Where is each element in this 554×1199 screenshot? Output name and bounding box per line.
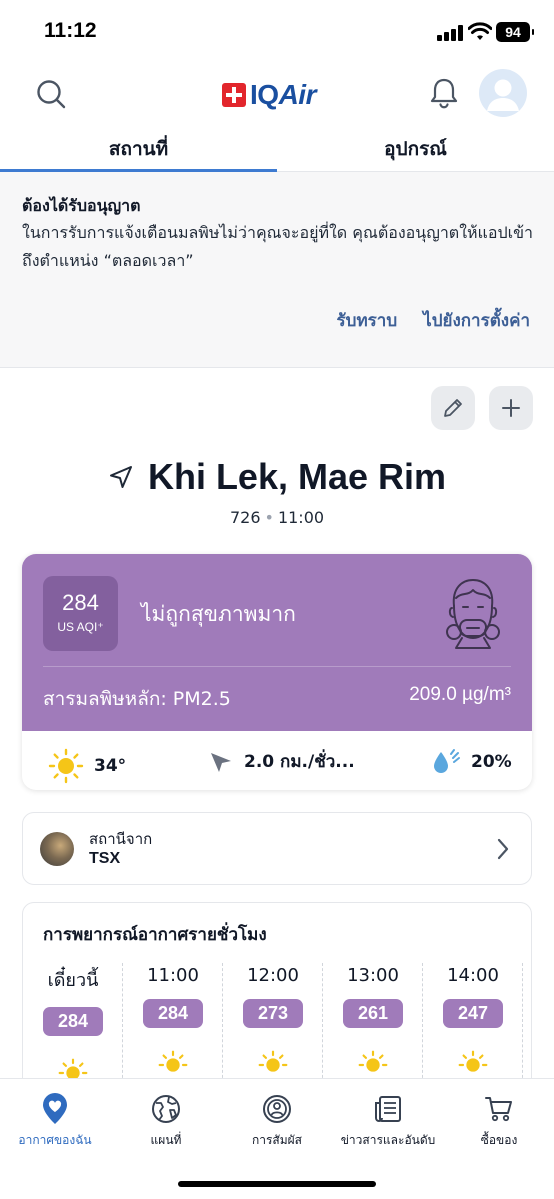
sun-icon (358, 1050, 388, 1072)
humidity-drop-icon (434, 749, 460, 773)
forecast-time: 11:00 (147, 965, 199, 986)
updated-time: 11:00 (277, 508, 325, 527)
logo-cross-icon (222, 83, 246, 107)
acknowledge-button[interactable]: รับทราบ (337, 307, 398, 334)
forecast-time: 12:00 (247, 965, 299, 986)
tab-bar: สถานที่ อุปกรณ์ (0, 128, 554, 172)
station-avatar (40, 832, 74, 866)
cellular-signal-icon (437, 25, 463, 41)
permission-actions: รับทราบ ไปยังการตั้งค่า (337, 307, 530, 334)
exposure-icon (263, 1095, 291, 1123)
nav-label: อากาศของฉัน (18, 1133, 92, 1147)
aqi-badge: 284 US AQI⁺ (43, 576, 118, 651)
nav-shop[interactable]: ซื้อของ (444, 1093, 554, 1150)
nav-label: ข่าวสารและอันดับ (340, 1133, 436, 1147)
sun-icon (258, 1050, 288, 1072)
nav-map[interactable]: แผนที่ (111, 1093, 221, 1150)
pencil-icon (444, 399, 462, 417)
aqi-status: ไม่ถูกสุขภาพมาก (141, 602, 296, 626)
aqi-card[interactable]: 284 US AQI⁺ ไม่ถูกสุขภาพมาก สารมลพิษหลัก… (22, 554, 532, 790)
temperature-value: 34° (94, 756, 127, 776)
temperature-item: 34° (48, 748, 126, 784)
nav-exposure[interactable]: การสัมผัส (222, 1093, 332, 1150)
humidity-item: 20% (431, 748, 512, 776)
battery-indicator: 94 (496, 22, 534, 42)
weather-row: 34° 2.0 กม./ชั่ว... 20% (22, 731, 532, 790)
sun-icon (48, 748, 84, 784)
nav-my-air[interactable]: อากาศของฉัน (0, 1093, 110, 1150)
plus-icon (502, 399, 520, 417)
pollutant-concentration: 209.0 µg/m³ (409, 684, 511, 705)
status-time: 11:12 (44, 19, 97, 42)
forecast-aqi-badge: 273 (243, 999, 303, 1028)
forecast-time: เดี๋ยวนี้ (47, 970, 99, 991)
tab-places[interactable]: สถานที่ (0, 134, 277, 172)
column-separator (522, 963, 523, 1083)
forecast-aqi-badge: 284 (43, 1007, 103, 1036)
globe-icon (152, 1095, 180, 1123)
humidity-value: 20% (471, 752, 512, 772)
station-card[interactable]: สถานีจาก TSX (22, 812, 532, 885)
wind-value: 2.0 กม./ชั่ว... (244, 752, 355, 772)
forecast-title: การพยากรณ์อากาศรายชั่วโมง (43, 925, 267, 945)
forecast-aqi-badge: 284 (143, 999, 203, 1028)
go-to-settings-button[interactable]: ไปยังการตั้งค่า (423, 307, 530, 334)
edit-button[interactable] (431, 386, 475, 430)
aqi-unit: US AQI⁺ (57, 620, 104, 634)
location-name: Khi Lek, Mae Rim (147, 456, 447, 497)
forecast-aqi-badge: 247 (443, 999, 503, 1028)
chevron-right-icon (497, 838, 509, 860)
aqi-value: 284 (62, 590, 99, 615)
wind-item: 2.0 กม./ชั่ว... (208, 748, 355, 775)
wifi-icon (468, 22, 492, 40)
search-icon (37, 80, 66, 109)
station-label: สถานีจาก (89, 830, 153, 848)
meta-separator: • (264, 508, 274, 527)
user-avatar-icon (487, 79, 519, 111)
bell-icon (430, 78, 458, 109)
profile-avatar-button[interactable] (479, 69, 527, 117)
elevation-value: 726 (229, 508, 261, 527)
permission-banner: ต้องได้รับอนุญาต ในการรับการแจ้งเตือนมลพ… (0, 172, 554, 368)
main-pollutant: สารมลพิษหลัก: PM2.5 (43, 688, 231, 710)
news-icon (375, 1096, 401, 1122)
aqi-summary: 284 US AQI⁺ ไม่ถูกสุขภาพมาก สารมลพิษหลัก… (22, 554, 532, 731)
forecast-time: 13:00 (347, 965, 399, 986)
permission-title: ต้องได้รับอนุญาต (22, 196, 141, 215)
logo-text: IQAir (250, 79, 316, 110)
add-location-button[interactable] (489, 386, 533, 430)
nav-label: ซื้อของ (480, 1133, 518, 1147)
location-meta: 726 • 11:00 (0, 508, 554, 527)
station-name: TSX (89, 850, 121, 867)
notifications-button[interactable] (428, 76, 460, 110)
sun-icon (458, 1050, 488, 1072)
search-button[interactable] (33, 76, 69, 112)
cart-icon (485, 1097, 512, 1122)
nav-news-rankings[interactable]: ข่าวสารและอันดับ (333, 1093, 443, 1150)
nav-label: แผนที่ (150, 1133, 182, 1147)
iqair-logo: IQAir (222, 78, 316, 112)
tab-devices[interactable]: อุปกรณ์ (277, 134, 554, 172)
nav-label: การสัมผัส (251, 1133, 303, 1147)
aqi-divider (43, 666, 511, 667)
location-arrow-icon (109, 466, 132, 488)
forecast-time: 14:00 (447, 965, 499, 986)
heart-pin-icon (43, 1093, 67, 1124)
gas-mask-face-icon (446, 579, 500, 649)
top-bar: IQAir (0, 62, 554, 128)
permission-body: ในการรับการแจ้งเตือนมลพิษไม่ว่าคุณจะอยู่… (22, 223, 534, 270)
forecast-aqi-badge: 261 (343, 999, 403, 1028)
wind-direction-icon (211, 752, 231, 772)
sun-icon (158, 1050, 188, 1072)
home-indicator (178, 1181, 376, 1187)
status-bar: 11:12 94 (0, 0, 554, 62)
location-header: Khi Lek, Mae Rim (0, 456, 554, 498)
